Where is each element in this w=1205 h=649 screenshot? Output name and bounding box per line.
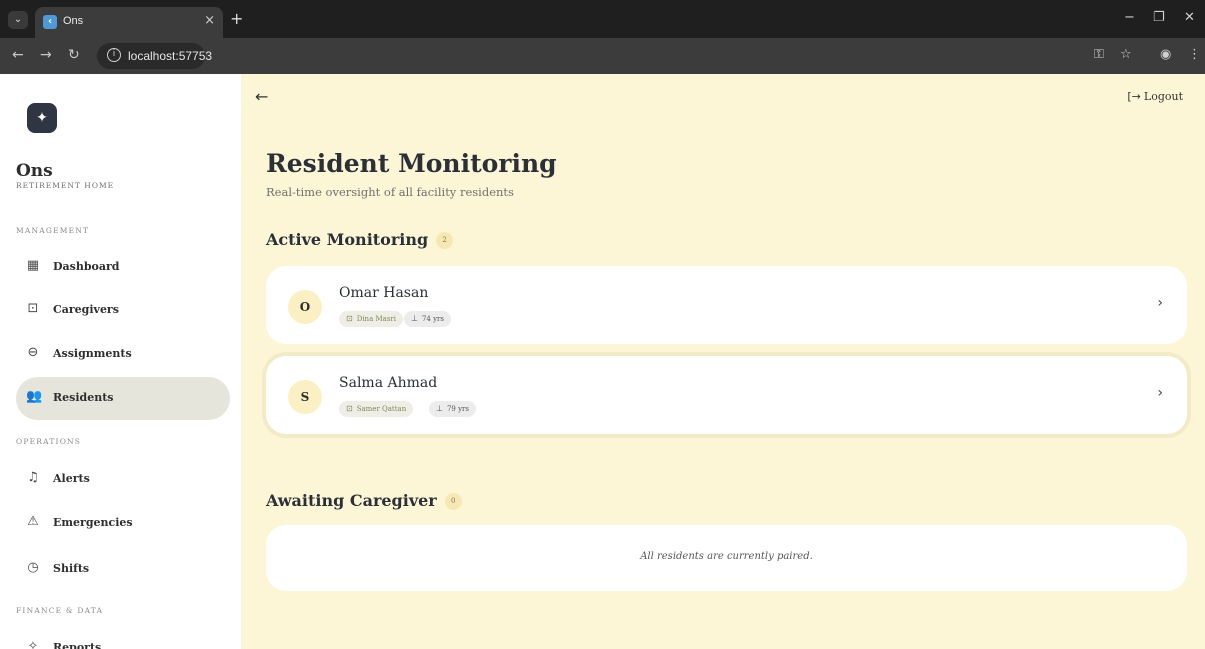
- forward-icon[interactable]: →: [40, 47, 52, 63]
- new-tab-button[interactable]: +: [230, 9, 243, 28]
- count-badge: 2: [436, 232, 454, 249]
- resident-name: Omar Hasan: [339, 285, 429, 301]
- logout-icon: [→: [1127, 90, 1141, 103]
- tab-title: Ons: [63, 15, 84, 27]
- caregiver-chip: ⊡ Dina Masri: [339, 311, 403, 327]
- star-icon[interactable]: ☆: [1120, 47, 1132, 62]
- empty-state-text: All residents are currently paired.: [640, 551, 813, 562]
- people-icon: 👥: [26, 389, 43, 404]
- sparkle-icon: ✧: [27, 639, 39, 649]
- cake-icon: ⊥: [436, 404, 443, 413]
- sidebar-item-residents[interactable]: 👥 Residents: [16, 377, 230, 420]
- brand-subtitle: RETIREMENT HOME: [16, 181, 115, 190]
- awaiting-caregiver-heading: Awaiting Caregiver 0: [266, 491, 462, 510]
- link-icon: ⊖: [27, 345, 39, 360]
- bell-icon: ♫: [27, 470, 39, 485]
- section-label-finance: FINANCE & DATA: [16, 606, 104, 615]
- age-value: 79 yrs: [446, 405, 469, 413]
- caregiver-name: Dina Masri: [356, 315, 396, 323]
- logout-button[interactable]: [→ Logout: [1127, 90, 1183, 103]
- sidebar-item-emergencies[interactable]: ⚠ Emergencies: [16, 502, 230, 545]
- browser-tab-bar: ⌄ ‹ Ons × + − ❐ ✕: [0, 0, 1205, 38]
- back-arrow-icon[interactable]: ←: [255, 87, 268, 106]
- count-badge: 0: [444, 493, 462, 510]
- chevron-right-icon[interactable]: ›: [1157, 295, 1163, 311]
- sidebar-item-label: Residents: [53, 391, 114, 404]
- age-chip: ⊥ 79 yrs: [429, 401, 476, 417]
- sidebar-item-reports[interactable]: ✧ Reports: [16, 627, 230, 649]
- resident-card[interactable]: O Omar Hasan ⊡ Dina Masri ⊥ 74 yrs ›: [266, 266, 1187, 344]
- age-value: 74 yrs: [421, 315, 444, 323]
- avatar: O: [288, 290, 322, 324]
- badge-icon: ⊡: [27, 301, 39, 316]
- clock-icon: ◷: [27, 560, 39, 575]
- age-chip: ⊥ 74 yrs: [404, 311, 451, 327]
- main-content: ← [→ Logout Resident Monitoring Real-time…: [241, 74, 1205, 649]
- sidebar-item-caregivers[interactable]: ⊡ Caregivers: [16, 289, 230, 332]
- badge-icon: ⊡: [346, 314, 353, 323]
- section-label-management: MANAGEMENT: [16, 226, 90, 235]
- resident-card[interactable]: S Salma Ahmad ⊡ Samer Qattan ⊥ 79 yrs ›: [266, 356, 1187, 434]
- cake-icon: ⊥: [411, 314, 418, 323]
- sidebar-item-assignments[interactable]: ⊖ Assignments: [16, 333, 230, 376]
- section-label-operations: OPERATIONS: [16, 437, 82, 446]
- chevron-right-icon[interactable]: ›: [1157, 385, 1163, 401]
- sidebar-item-label: Caregivers: [53, 303, 119, 316]
- brand-name: Ons: [16, 161, 53, 181]
- sidebar-item-label: Reports: [53, 641, 102, 649]
- logout-label: Logout: [1143, 90, 1183, 103]
- favicon: ‹: [43, 15, 57, 29]
- browser-tab[interactable]: ‹ Ons ×: [35, 7, 223, 38]
- badge-icon: ⊡: [346, 404, 353, 413]
- sidebar-item-label: Dashboard: [53, 260, 120, 273]
- sidebar-item-label: Shifts: [53, 562, 90, 575]
- browser-nav-bar: ← → ↻ i localhost:57753 ⚿ ☆ ◉ ⋮: [0, 38, 1205, 74]
- reload-icon[interactable]: ↻: [68, 47, 80, 63]
- url-text[interactable]: localhost:57753: [128, 49, 212, 63]
- caregiver-chip: ⊡ Samer Qattan: [339, 401, 414, 417]
- info-icon[interactable]: i: [107, 48, 121, 62]
- sidebar-item-shifts[interactable]: ◷ Shifts: [16, 548, 230, 591]
- restore-icon[interactable]: ❐: [1153, 10, 1165, 25]
- section-title-text: Awaiting Caregiver: [266, 491, 437, 510]
- avatar: S: [288, 380, 322, 414]
- active-monitoring-heading: Active Monitoring 2: [266, 230, 454, 249]
- page-subtitle: Real-time oversight of all facility resi…: [266, 185, 514, 199]
- tab-menu-icon[interactable]: ⌄: [8, 11, 28, 29]
- profile-icon[interactable]: ◉: [1160, 47, 1171, 62]
- sidebar-item-label: Emergencies: [53, 516, 133, 529]
- caregiver-name: Samer Qattan: [356, 405, 407, 413]
- address-bar[interactable]: i localhost:57753: [97, 43, 212, 69]
- sidebar-item-alerts[interactable]: ♫ Alerts: [16, 458, 230, 501]
- sidebar: ✦ Ons RETIREMENT HOME MANAGEMENT ▦ Dashb…: [0, 74, 241, 649]
- empty-state-card: All residents are currently paired.: [266, 525, 1187, 591]
- close-icon[interactable]: ✕: [1184, 10, 1195, 25]
- sparkle-logo-icon: ✦: [27, 103, 57, 133]
- sidebar-item-label: Alerts: [53, 472, 90, 485]
- grid-icon: ▦: [26, 258, 40, 273]
- tab-close-icon[interactable]: ×: [204, 13, 215, 28]
- section-title-text: Active Monitoring: [266, 230, 429, 249]
- more-icon[interactable]: ⋮: [1188, 47, 1201, 62]
- back-icon[interactable]: ←: [12, 47, 24, 63]
- resident-name: Salma Ahmad: [339, 375, 438, 391]
- key-icon[interactable]: ⚿: [1094, 47, 1104, 62]
- sidebar-item-dashboard[interactable]: ▦ Dashboard: [16, 246, 230, 289]
- sidebar-item-label: Assignments: [53, 347, 132, 360]
- minimize-icon[interactable]: −: [1124, 10, 1135, 25]
- warning-icon: ⚠: [27, 514, 39, 529]
- page-title: Resident Monitoring: [266, 149, 557, 178]
